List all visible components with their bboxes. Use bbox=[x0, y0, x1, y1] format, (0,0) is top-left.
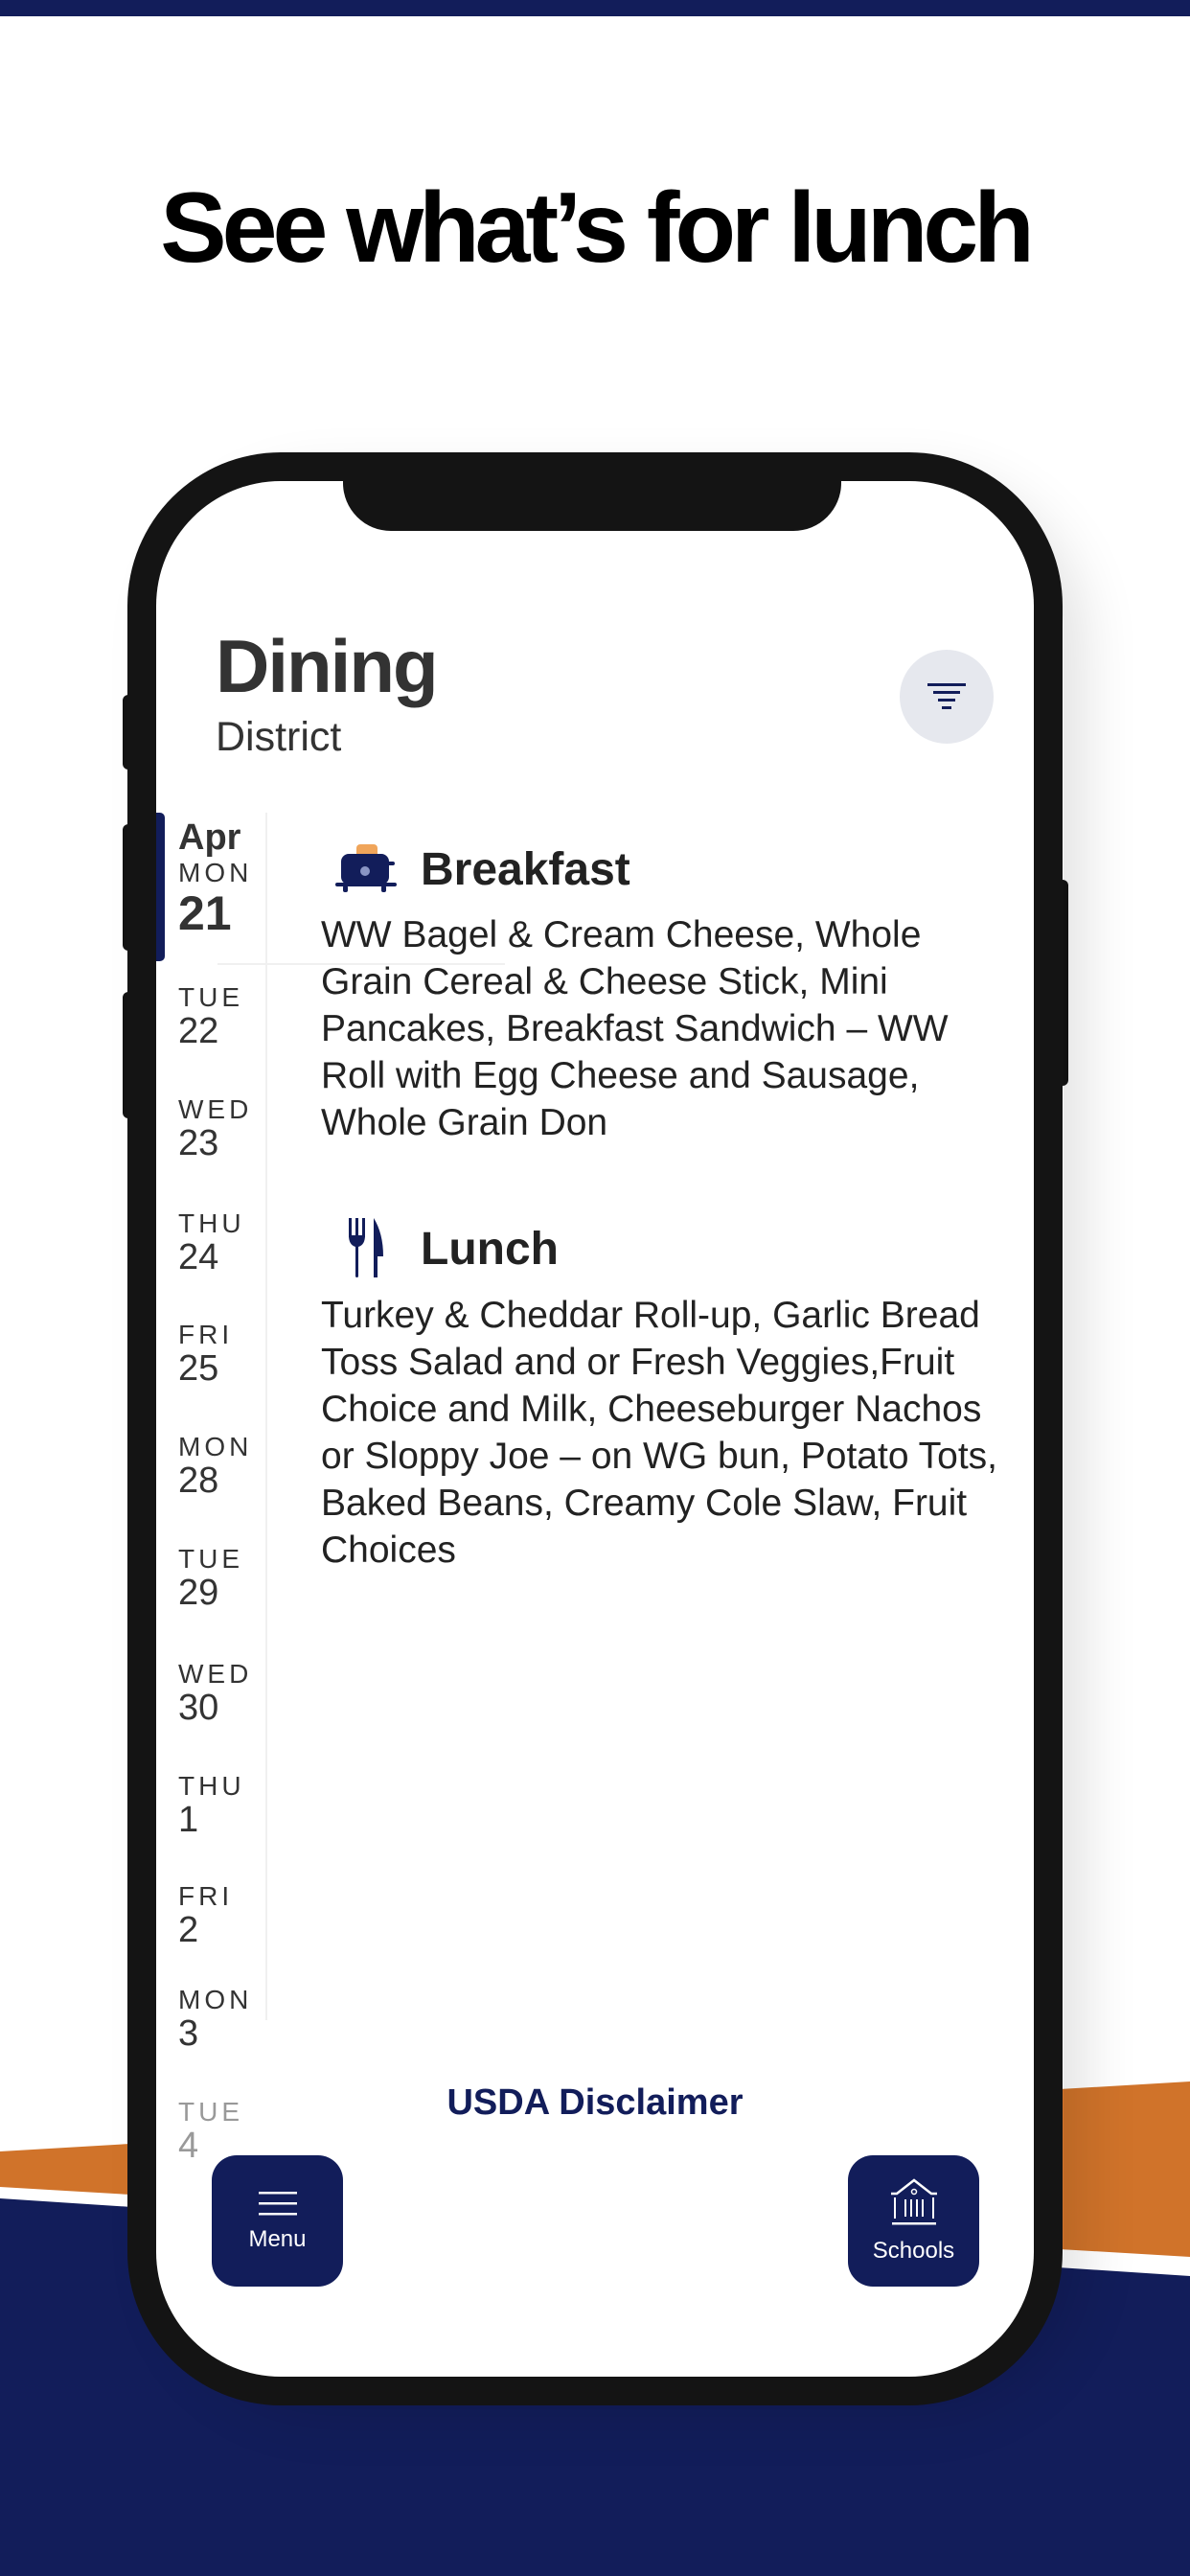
date-day: 3 bbox=[178, 2013, 199, 2054]
date-dow: THU bbox=[178, 1771, 245, 1801]
date-item[interactable]: THU 24 bbox=[178, 1208, 245, 1277]
meal-title: Breakfast bbox=[421, 843, 630, 895]
date-item[interactable]: WED 23 bbox=[178, 1094, 253, 1163]
filter-button[interactable] bbox=[900, 650, 994, 744]
filter-icon bbox=[927, 683, 966, 709]
usda-disclaimer-link[interactable]: USDA Disclaimer bbox=[156, 2082, 1034, 2124]
date-dow: THU bbox=[178, 1208, 245, 1238]
date-dow: FRI bbox=[178, 1320, 234, 1349]
date-day: 24 bbox=[178, 1237, 219, 1277]
date-dow: MON bbox=[178, 1985, 253, 2014]
meal-items-breakfast: WW Bagel & Cream Cheese, Whole Grain Cer… bbox=[321, 914, 949, 1143]
date-day: 23 bbox=[178, 1123, 219, 1163]
date-column-divider bbox=[265, 813, 267, 2020]
menu-button-label: Menu bbox=[248, 2225, 307, 2252]
date-day: 28 bbox=[178, 1460, 219, 1501]
toaster-icon bbox=[332, 836, 400, 903]
date-item[interactable]: FRI 2 bbox=[178, 1881, 234, 1950]
date-item[interactable]: MON 28 bbox=[178, 1432, 253, 1501]
date-item-selected[interactable]: Apr MON 21 bbox=[178, 818, 252, 939]
meal-header-lunch: Lunch bbox=[332, 1215, 559, 1282]
phone-notch bbox=[343, 481, 841, 531]
meal-title: Lunch bbox=[421, 1223, 559, 1275]
date-dow: WED bbox=[178, 1659, 253, 1689]
date-day: 21 bbox=[178, 886, 232, 940]
page-subtitle: District bbox=[216, 714, 342, 760]
schools-button[interactable]: Schools bbox=[848, 2155, 979, 2287]
date-item[interactable]: MON 3 bbox=[178, 1985, 253, 2054]
date-day: 22 bbox=[178, 1011, 219, 1051]
date-item[interactable]: THU 1 bbox=[178, 1771, 245, 1840]
school-building-icon bbox=[890, 2177, 937, 2224]
phone-screen: Dining District Apr MON 21 TUE 22 WED 23 bbox=[156, 481, 1034, 2377]
menu-button[interactable]: Menu bbox=[212, 2155, 343, 2287]
date-item[interactable]: TUE 29 bbox=[178, 1544, 243, 1613]
hamburger-icon bbox=[258, 2191, 297, 2215]
date-dow: TUE bbox=[178, 1544, 243, 1574]
date-item[interactable]: WED 30 bbox=[178, 1659, 253, 1728]
schools-button-label: Schools bbox=[872, 2237, 955, 2264]
page-title: Dining bbox=[216, 624, 439, 708]
promo-headline: See what’s for lunch bbox=[160, 172, 1034, 284]
date-item[interactable]: TUE 22 bbox=[178, 982, 243, 1051]
date-item[interactable]: FRI 25 bbox=[178, 1320, 234, 1389]
date-dow: TUE bbox=[178, 982, 243, 1012]
meal-items-lunch: Turkey & Cheddar Roll-up, Garlic Bread T… bbox=[321, 1295, 998, 1571]
selected-date-indicator bbox=[156, 813, 165, 961]
fork-knife-icon bbox=[332, 1215, 400, 1282]
date-dow: FRI bbox=[178, 1881, 234, 1911]
phone-frame: Dining District Apr MON 21 TUE 22 WED 23 bbox=[127, 452, 1063, 2405]
date-dow: MON bbox=[178, 858, 253, 887]
date-month: Apr bbox=[178, 817, 241, 858]
meal-header-breakfast: Breakfast bbox=[332, 836, 630, 903]
date-day: 29 bbox=[178, 1573, 219, 1613]
date-day: 25 bbox=[178, 1348, 219, 1389]
date-dow: WED bbox=[178, 1094, 253, 1124]
date-dow: MON bbox=[178, 1432, 253, 1461]
date-day: 1 bbox=[178, 1800, 199, 1840]
date-day: 30 bbox=[178, 1688, 219, 1728]
date-day: 2 bbox=[178, 1910, 199, 1950]
